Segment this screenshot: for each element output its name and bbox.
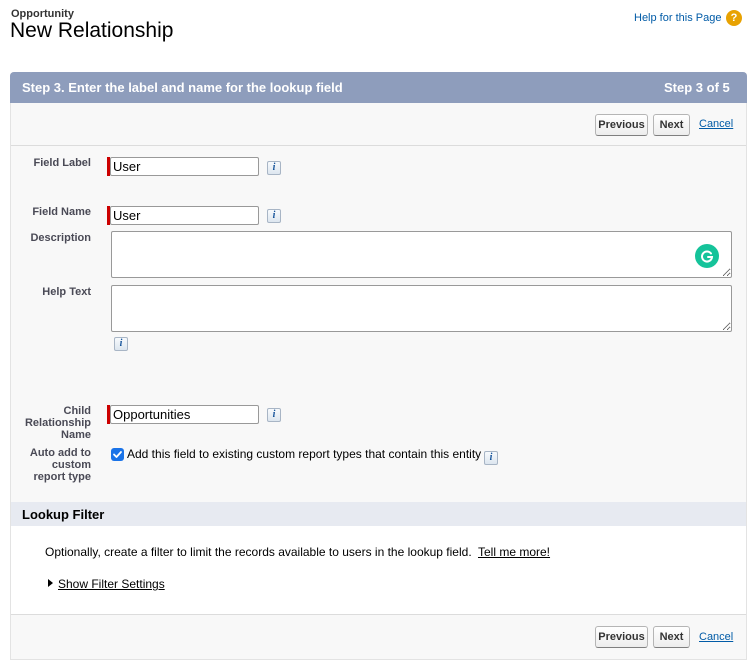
lookup-filter-header [11, 502, 746, 526]
field-label-info-icon[interactable]: i [267, 161, 281, 175]
label-line: custom [51, 459, 91, 471]
label-line: Auto add to [29, 447, 91, 459]
lookup-filter-body [11, 526, 746, 614]
auto-add-checkbox[interactable] [111, 448, 124, 461]
label-line: Name [61, 429, 91, 441]
help-for-this-page-link[interactable]: Help for this Page [634, 12, 721, 24]
page-title: New Relationship [10, 19, 174, 42]
label-line: Relationship [24, 417, 91, 429]
label-line: report type [33, 471, 91, 483]
child-relationship-info-icon[interactable]: i [267, 408, 281, 422]
step-count: Step 3 of 5 [664, 80, 730, 95]
field-label-input[interactable] [110, 157, 259, 176]
label-line: Child [63, 405, 92, 417]
previous-button-bottom[interactable]: Previous [595, 626, 648, 648]
next-button-bottom[interactable]: Next [653, 626, 690, 648]
grammarly-icon[interactable] [695, 244, 719, 268]
next-button-top[interactable]: Next [653, 114, 690, 136]
top-divider [11, 145, 746, 146]
checkmark-icon [113, 451, 122, 458]
tell-me-more-link[interactable]: Tell me more! [478, 545, 550, 559]
description-textarea[interactable] [111, 231, 732, 278]
cancel-link-bottom[interactable]: Cancel [699, 631, 733, 643]
field-name-label: Field Name [32, 206, 91, 218]
help-text-info-icon[interactable]: i [114, 337, 128, 351]
help-question-icon[interactable]: ? [726, 10, 742, 26]
help-text-label: Help Text [42, 286, 91, 298]
auto-add-checkbox-label: Add this field to existing custom report… [127, 447, 482, 461]
child-relationship-name-label: Child Relationship Name [20, 405, 91, 441]
lookup-filter-description: Optionally, create a filter to limit the… [45, 545, 472, 559]
expand-triangle-icon[interactable] [48, 579, 53, 587]
bottom-divider [11, 614, 746, 615]
field-name-input[interactable] [110, 206, 259, 225]
auto-add-info-icon[interactable]: i [484, 451, 498, 465]
show-filter-settings-link[interactable]: Show Filter Settings [58, 577, 165, 591]
child-relationship-name-input[interactable] [110, 405, 259, 424]
previous-button-top[interactable]: Previous [595, 114, 648, 136]
cancel-link-top[interactable]: Cancel [699, 118, 733, 130]
lookup-filter-title: Lookup Filter [22, 507, 105, 522]
field-name-info-icon[interactable]: i [267, 209, 281, 223]
description-label: Description [30, 232, 91, 244]
field-label-label: Field Label [33, 157, 91, 169]
help-text-textarea[interactable] [111, 285, 732, 332]
step-title: Step 3. Enter the label and name for the… [22, 80, 343, 95]
auto-add-label: Auto add to custom report type [20, 447, 91, 483]
